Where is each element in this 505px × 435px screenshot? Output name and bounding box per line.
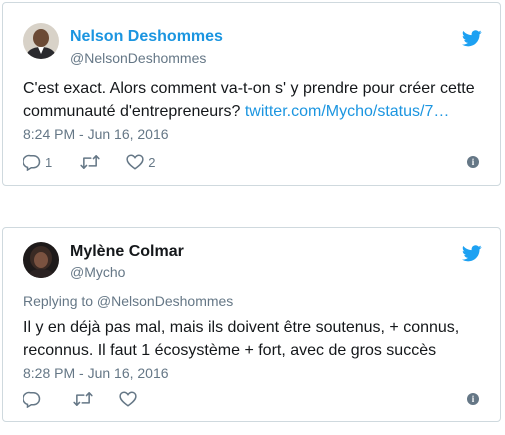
twitter-bird-icon[interactable] — [461, 245, 482, 262]
retweet-icon — [80, 154, 100, 170]
like-count: 2 — [148, 154, 156, 170]
like-button[interactable] — [119, 391, 141, 407]
tweet-text: C'est exact. Alors comment va-t-on s' y … — [23, 77, 488, 123]
retweet-icon — [73, 391, 93, 407]
like-button[interactable]: 2 — [126, 154, 155, 170]
tweet-actions — [23, 390, 159, 408]
reply-button[interactable] — [23, 391, 45, 408]
tweet-timestamp[interactable]: 8:28 PM - Jun 16, 2016 — [23, 365, 169, 381]
reply-icon — [23, 391, 41, 408]
replying-to[interactable]: Replying to @NelsonDeshommes — [23, 293, 233, 309]
reply-count: 1 — [45, 154, 53, 170]
tweet-link[interactable]: twitter.com/Mycho/status/7… — [245, 103, 450, 120]
tweet-card: Mylène Colmar @Mycho Replying to @Nelson… — [2, 227, 501, 422]
retweet-button[interactable] — [80, 154, 104, 170]
author-name[interactable]: Nelson Deshommes — [70, 28, 223, 46]
like-icon — [126, 154, 144, 170]
tweet-actions: 1 2 — [23, 153, 173, 171]
avatar[interactable] — [23, 23, 59, 59]
info-icon[interactable]: i — [467, 393, 479, 405]
twitter-bird-icon[interactable] — [461, 30, 482, 47]
author-handle[interactable]: @NelsonDeshommes — [70, 50, 206, 66]
retweet-button[interactable] — [73, 391, 97, 407]
avatar[interactable] — [23, 242, 59, 278]
author-handle[interactable]: @Mycho — [70, 264, 125, 280]
tweet-card: Nelson Deshommes @NelsonDeshommes C'est … — [2, 2, 501, 186]
info-icon[interactable]: i — [467, 156, 479, 168]
tweet-text: Il y en déjà pas mal, mais ils doivent ê… — [23, 319, 460, 359]
reply-icon — [23, 154, 41, 171]
tweet-timestamp[interactable]: 8:24 PM - Jun 16, 2016 — [23, 126, 169, 142]
reply-button[interactable]: 1 — [23, 154, 52, 171]
author-name[interactable]: Mylène Colmar — [70, 243, 184, 261]
like-icon — [119, 391, 137, 407]
